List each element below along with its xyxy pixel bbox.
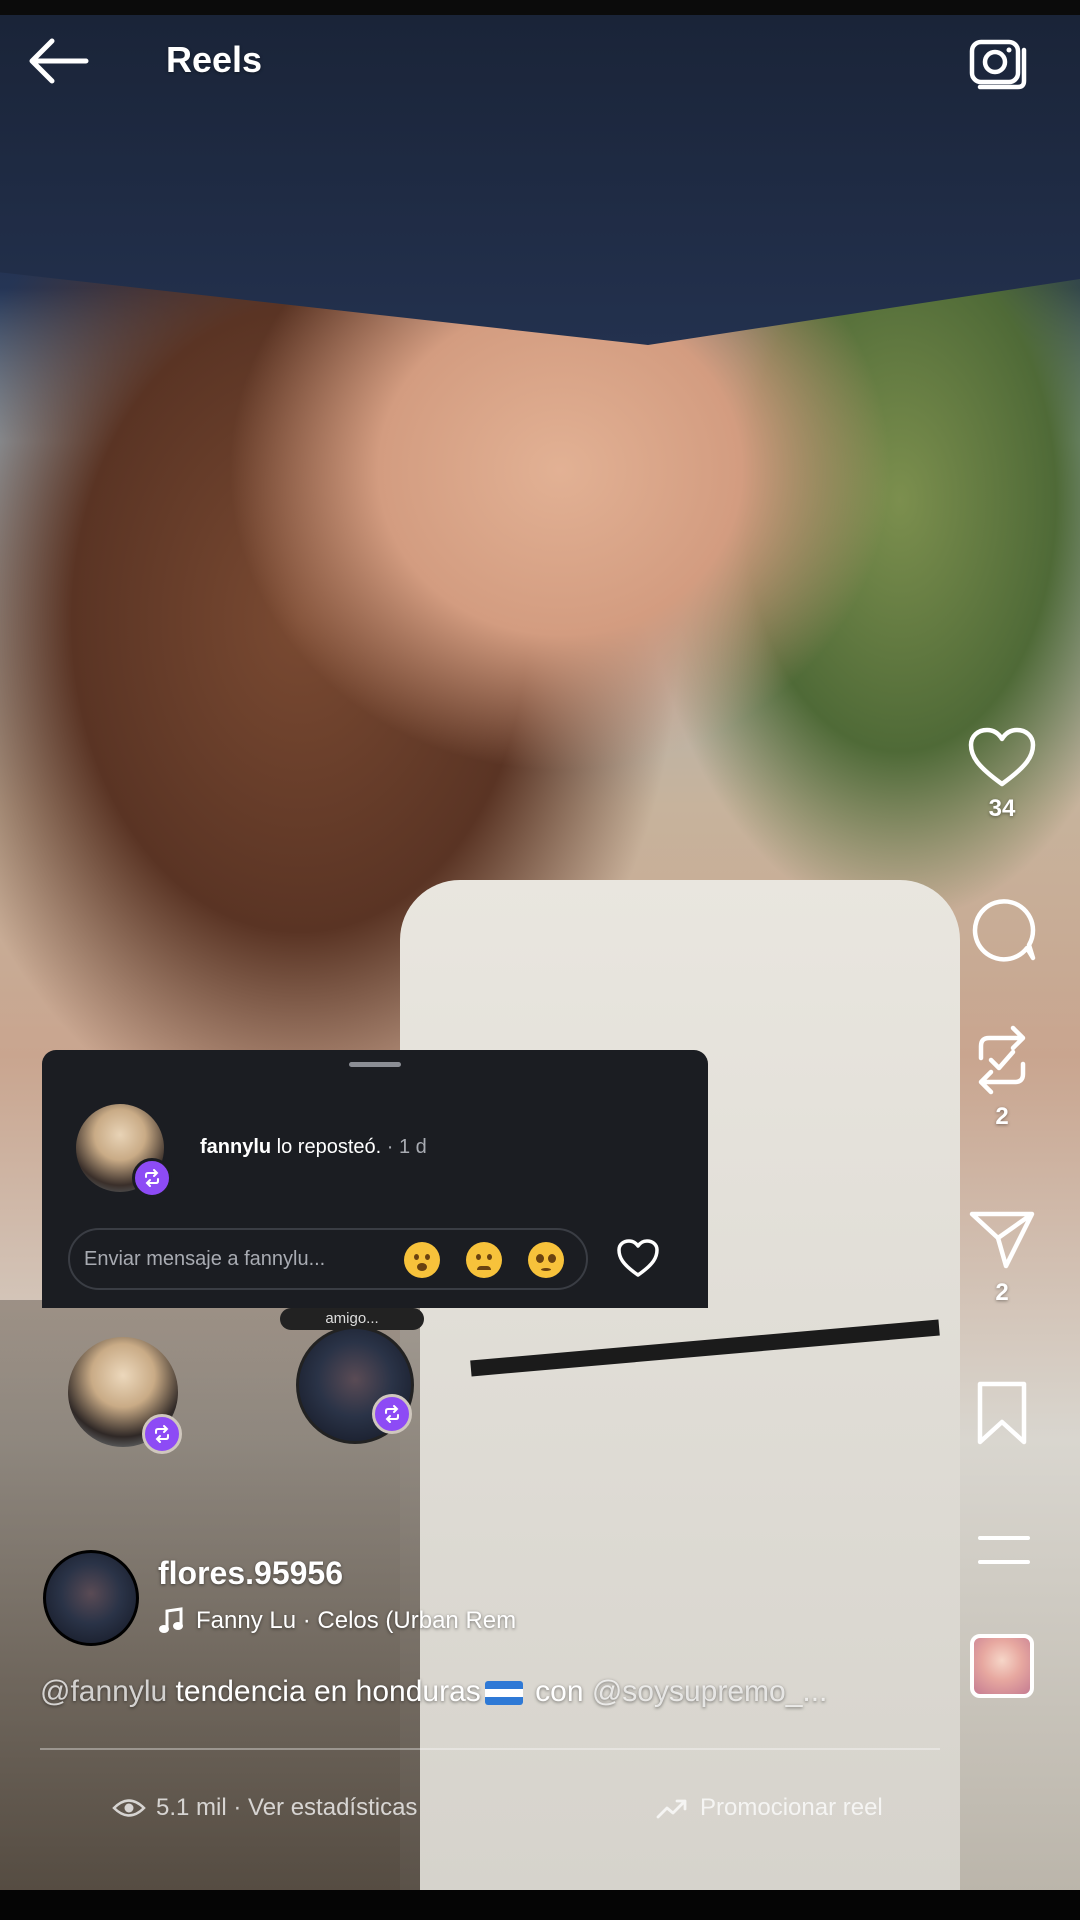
- repost-action-text: lo reposteó.: [271, 1136, 382, 1158]
- repost-badge-icon: [142, 1414, 182, 1454]
- caption-mention-2[interactable]: @soysupremo_...: [592, 1675, 828, 1708]
- repost-icon[interactable]: [969, 1024, 1035, 1096]
- comment-icon[interactable]: [967, 896, 1037, 964]
- share-action[interactable]: 2: [960, 1208, 1044, 1308]
- honduras-flag-icon: [484, 1681, 523, 1706]
- repost-username[interactable]: fannylu: [200, 1136, 271, 1158]
- reposts-count: 2: [995, 1103, 1009, 1130]
- bookmark-icon[interactable]: [974, 1380, 1030, 1446]
- chart-icon: [656, 1799, 687, 1819]
- caption-connector: con: [526, 1675, 592, 1708]
- send-icon[interactable]: [968, 1208, 1036, 1272]
- message-placeholder: Enviar mensaje a fannylu...: [84, 1248, 326, 1270]
- audio-title: Fanny Lu · Celos (Urban Rem: [196, 1607, 517, 1634]
- repost-info: fannylu lo reposteó. · 1 d: [200, 1134, 427, 1160]
- caption-mention[interactable]: @fannylu: [40, 1675, 167, 1708]
- message-input[interactable]: Enviar mensaje a fannylu...: [68, 1228, 588, 1290]
- navigation-bar: [0, 1890, 1080, 1920]
- promote-reel-button[interactable]: Promocionar reel: [656, 1790, 883, 1826]
- divider: [40, 1748, 940, 1750]
- views-text: 5.1 mil · Ver estadísticas: [156, 1794, 418, 1821]
- heart-icon[interactable]: [616, 1238, 660, 1278]
- like-action[interactable]: 34: [960, 726, 1044, 824]
- back-arrow-icon[interactable]: [28, 36, 92, 86]
- heart-icon[interactable]: [967, 726, 1037, 788]
- shares-count: 2: [995, 1279, 1009, 1306]
- reel-screen: Reels 34 2 2 fannylu lo reposteó. · 1 d …: [0, 0, 1080, 1920]
- caption-text: tendencia en honduras: [167, 1675, 481, 1708]
- music-note-icon: [159, 1607, 183, 1633]
- pleading-emoji-icon[interactable]: [528, 1242, 564, 1278]
- repost-time: · 1 d: [381, 1136, 427, 1158]
- repost-action[interactable]: 2: [960, 1024, 1044, 1132]
- disappointed-emoji-icon[interactable]: [466, 1242, 502, 1278]
- author-avatar[interactable]: [43, 1550, 139, 1646]
- promote-label: Promocionar reel: [700, 1794, 883, 1821]
- repost-badge-icon: [372, 1394, 412, 1434]
- audio-thumbnail[interactable]: [970, 1634, 1034, 1698]
- page-title: Reels: [166, 39, 263, 80]
- eye-icon: [112, 1799, 146, 1817]
- background-dress: [400, 880, 960, 1890]
- author-username[interactable]: flores.95956: [158, 1553, 343, 1593]
- post-caption[interactable]: @fannylu tendencia en honduras con @soys…: [40, 1672, 940, 1712]
- repost-badge-icon: [132, 1158, 172, 1198]
- camera-icon[interactable]: [966, 30, 1030, 94]
- background-umbrella: [0, 15, 1080, 345]
- audio-link[interactable]: Fanny Lu · Celos (Urban Rem: [158, 1604, 516, 1638]
- more-menu-icon[interactable]: [976, 1535, 1032, 1565]
- likes-count: 34: [988, 795, 1016, 822]
- status-bar: [0, 0, 1080, 15]
- save-action[interactable]: [960, 1380, 1044, 1446]
- comment-action[interactable]: [960, 896, 1044, 964]
- repost-sheet: fannylu lo reposteó. · 1 d Enviar mensaj…: [42, 1050, 708, 1308]
- view-stats-link[interactable]: 5.1 mil · Ver estadísticas: [112, 1790, 417, 1826]
- surprised-emoji-icon[interactable]: [404, 1242, 440, 1278]
- sheet-drag-handle[interactable]: [349, 1062, 401, 1067]
